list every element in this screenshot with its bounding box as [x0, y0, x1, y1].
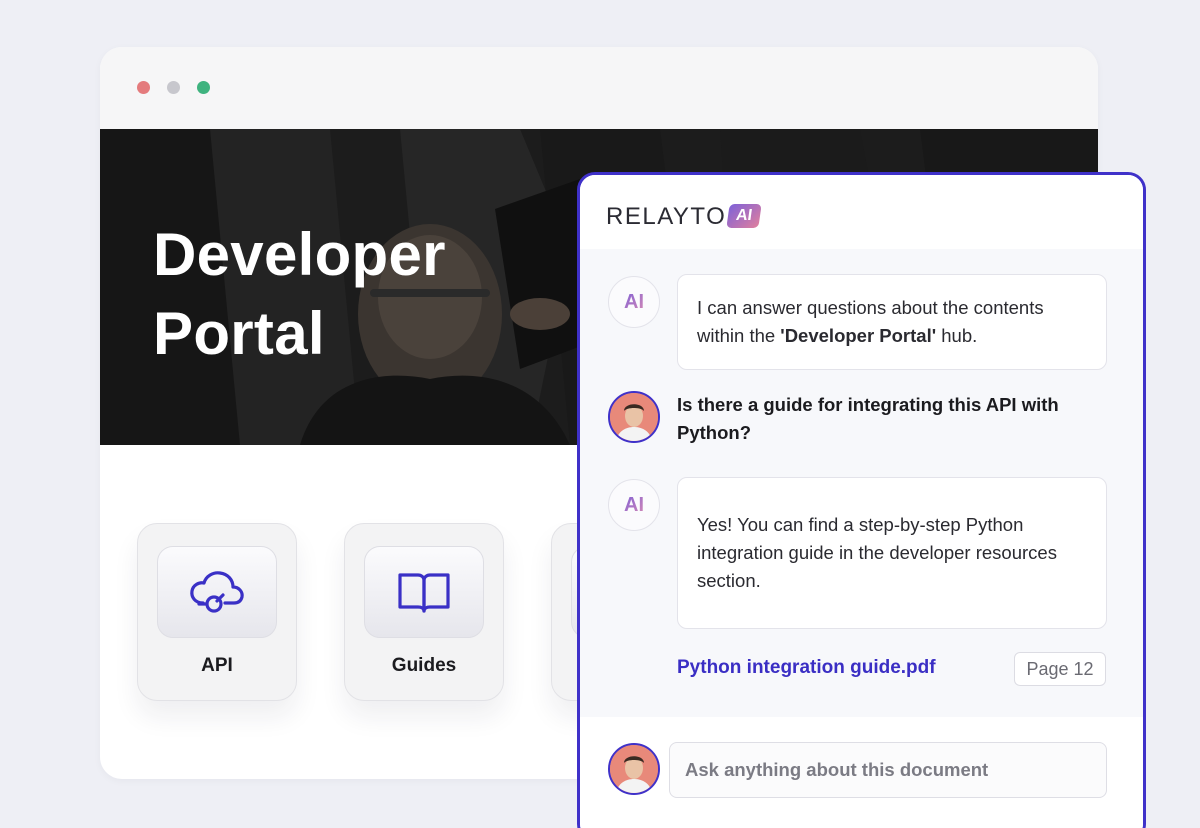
ai-avatar: AI — [608, 276, 660, 328]
ai-avatar: AI — [608, 479, 660, 531]
source-document-link[interactable]: Python integration guide.pdf — [677, 657, 936, 679]
card-api[interactable]: API — [137, 523, 297, 701]
browser-titlebar — [100, 47, 1098, 129]
chat-header: RELAYTO AI — [580, 175, 1143, 249]
answer-text: Yes! You can find a step-by-step Python … — [697, 514, 1057, 591]
card-icon-tile — [364, 546, 484, 638]
maximize-window-dot[interactable] — [197, 81, 210, 94]
ai-message-bubble: I can answer questions about the content… — [677, 274, 1107, 370]
close-window-dot[interactable] — [137, 81, 150, 94]
ai-avatar-label: AI — [624, 493, 644, 516]
card-label: API — [201, 655, 233, 676]
user-question: Is there a guide for integrating this AP… — [677, 394, 1059, 443]
avatar-portrait — [610, 745, 658, 793]
minimize-window-dot[interactable] — [167, 81, 180, 94]
ask-input[interactable] — [669, 742, 1107, 798]
brand-ai-badge: AI — [726, 204, 762, 228]
intro-text-end: hub. — [936, 325, 978, 346]
brand-logo-text: RELAYTO — [606, 203, 727, 230]
ai-chat-panel: RELAYTO AI AI I can answer questions abo… — [577, 172, 1146, 828]
hub-name: 'Developer Portal' — [780, 325, 937, 346]
card-label: Guides — [391, 655, 457, 676]
cloud-connect-icon — [190, 571, 244, 613]
chat-messages: AI I can answer questions about the cont… — [580, 249, 1143, 717]
page-reference-badge[interactable]: Page 12 — [1014, 652, 1106, 686]
ai-answer-bubble: Yes! You can find a step-by-step Python … — [677, 477, 1107, 629]
page-title: Developer Portal — [153, 221, 446, 368]
card-icon-tile — [157, 546, 277, 638]
open-book-icon — [398, 573, 450, 613]
avatar-portrait — [610, 393, 658, 441]
user-avatar — [608, 743, 660, 795]
user-avatar — [608, 391, 660, 443]
card-guides[interactable]: Guides — [344, 523, 504, 701]
chat-footer — [580, 717, 1143, 828]
ai-avatar-label: AI — [624, 290, 644, 313]
